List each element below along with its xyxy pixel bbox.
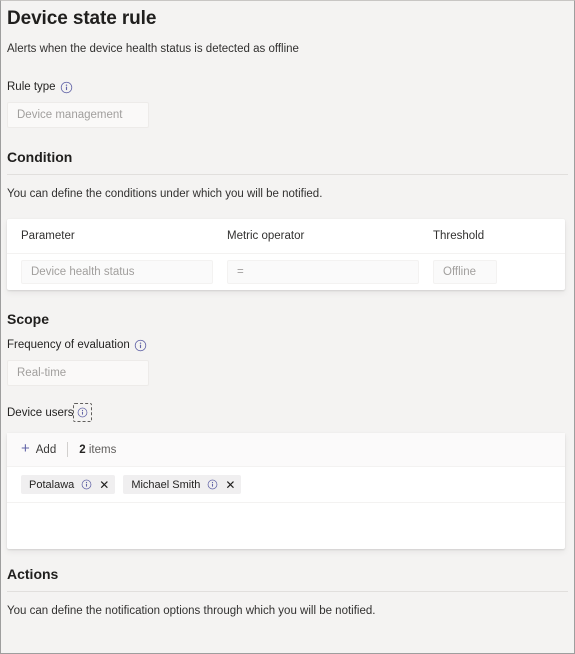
items-count-word: items [88,443,117,456]
column-header-threshold: Threshold [433,230,485,242]
metric-operator-input[interactable]: = [227,260,419,284]
close-icon[interactable]: ✕ [225,479,235,491]
condition-table-header: Parameter Metric operator Threshold [7,219,565,254]
list-item[interactable]: Potalawa ✕ [21,475,116,494]
toolbar-separator [67,442,69,457]
actions-heading: Actions [7,566,59,582]
device-users-toolbar: + Add 2 items [7,433,565,467]
device-users-label: Device users [7,406,74,419]
condition-table-card: Parameter Metric operator Threshold Devi… [7,219,565,290]
device-users-label-row: Device users [7,403,568,422]
device-users-card: + Add 2 items Potalawa ✕ Michael Smith ✕ [7,433,565,549]
frequency-label: Frequency of evaluation [7,339,130,351]
device-users-field: Device users [1,403,574,422]
column-header-parameter: Parameter [21,230,75,242]
chip-label: Potalawa [29,478,75,491]
rule-type-label-row: Rule type [7,80,568,94]
add-user-button[interactable]: + Add [21,440,57,457]
page-title: Device state rule [7,8,157,29]
rule-type-field: Rule type Device management [1,80,574,128]
cell-threshold: Offline [433,260,565,284]
table-row: Device health status = Offline [7,254,565,290]
condition-heading: Condition [7,149,73,165]
threshold-input[interactable]: Offline [433,260,497,284]
rule-type-input[interactable]: Device management [7,102,149,128]
scope-heading: Scope [7,311,50,327]
info-circle-icon[interactable] [60,81,73,94]
device-users-empty-area [7,503,565,549]
rule-type-label: Rule type [7,81,56,93]
chip-label: Michael Smith [131,478,201,491]
info-circle-icon[interactable] [80,478,93,491]
device-users-chips-row: Potalawa ✕ Michael Smith ✕ [7,467,565,503]
info-circle-icon[interactable] [134,339,147,352]
add-button-label: Add [35,443,57,456]
condition-description: You can define the conditions under whic… [7,188,323,200]
close-icon[interactable]: ✕ [99,479,109,491]
page-subtitle: Alerts when the device health status is … [7,43,299,55]
frequency-field: Frequency of evaluation Real-time [1,338,574,386]
panel-header: Device state rule Alerts when the device… [1,1,574,56]
list-item[interactable]: Michael Smith ✕ [123,475,242,494]
info-circle-icon[interactable] [206,478,219,491]
items-count: 2 items [79,444,116,456]
info-circle-icon[interactable] [73,403,93,422]
plus-icon: + [21,440,30,457]
cell-metric-operator: = [227,260,433,284]
frequency-label-row: Frequency of evaluation [7,338,568,352]
cell-parameter: Device health status [21,260,227,284]
actions-description: You can define the notification options … [7,605,376,617]
items-count-number: 2 [79,443,86,456]
parameter-input[interactable]: Device health status [21,260,213,284]
frequency-input[interactable]: Real-time [7,360,149,386]
panel-scroll-area[interactable]: Device state rule Alerts when the device… [1,1,574,653]
column-header-metric-operator: Metric operator [227,230,305,242]
device-state-rule-panel: Device state rule Alerts when the device… [0,0,575,654]
